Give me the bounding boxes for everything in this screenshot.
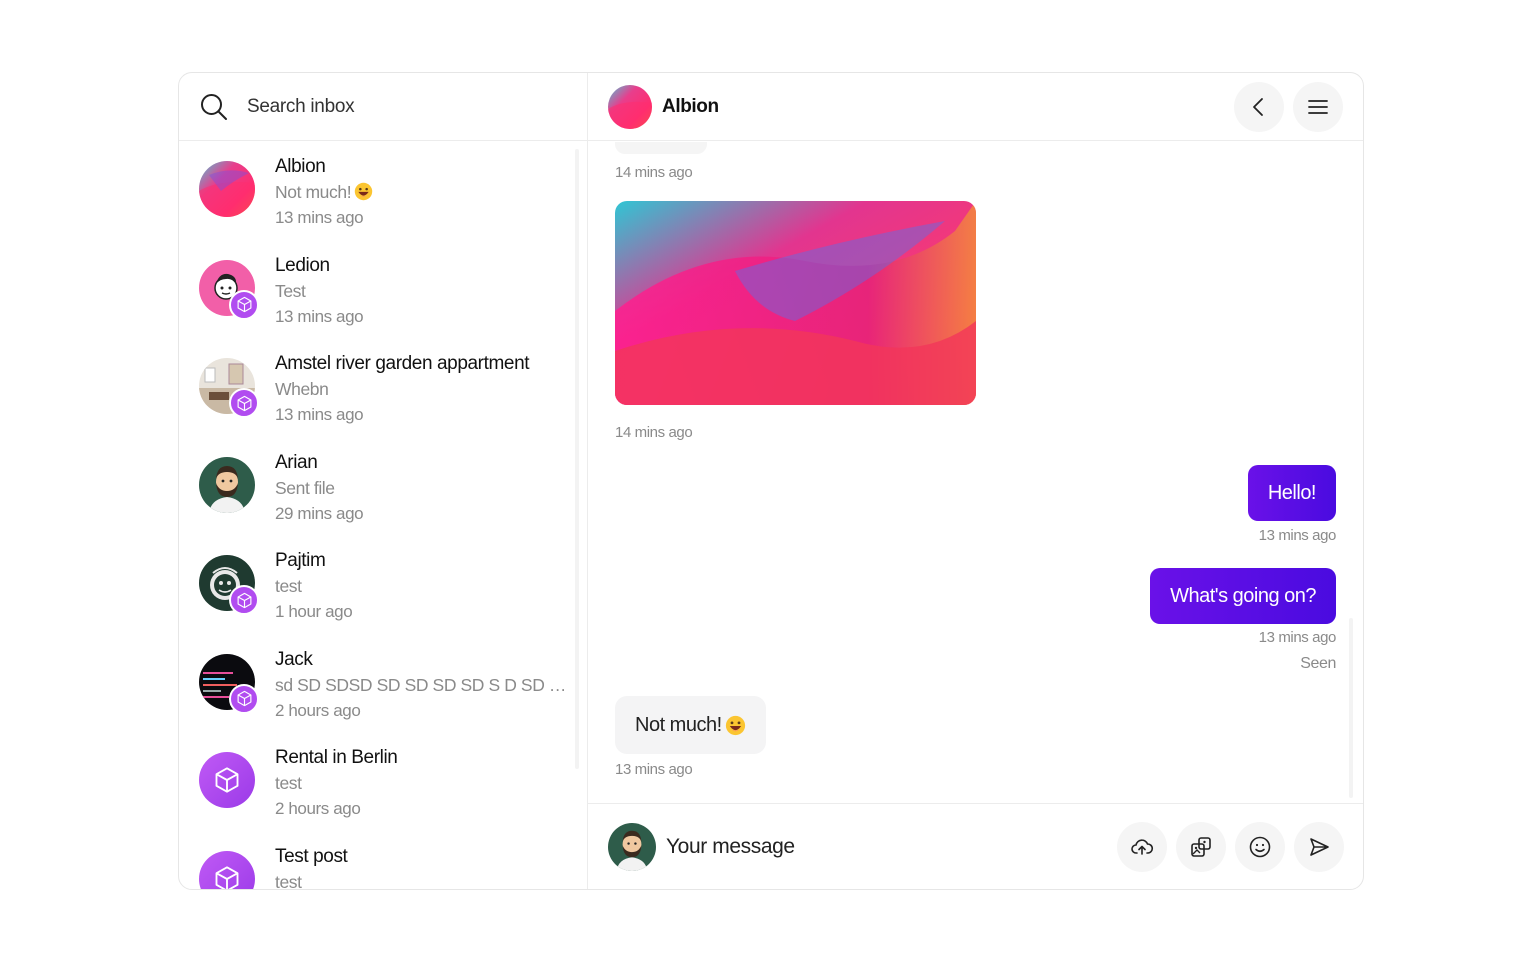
conversation-item-amstel[interactable]: Amstel river garden appartment Whebn 13 … — [179, 338, 587, 437]
conversation-name: Ledion — [275, 254, 330, 276]
cube-avatar-icon — [199, 752, 255, 808]
conversation-item-albion[interactable]: Albion Not much! 13 mins ago — [179, 141, 587, 240]
upload-button[interactable] — [1117, 822, 1167, 872]
conversation-preview: Not much! — [275, 180, 570, 205]
message-time: 13 mins ago — [615, 761, 693, 778]
conversation-preview: test — [275, 576, 302, 596]
outgoing-message-bubble: What's going on? — [1150, 568, 1336, 624]
conversation-name: Test post — [275, 845, 348, 867]
conversation-item-pajtim[interactable]: Pajtim test 1 hour ago — [179, 535, 587, 634]
property-badge-icon — [229, 289, 259, 320]
conversation-name: Jack — [275, 648, 313, 670]
message-time: 14 mins ago — [615, 424, 693, 441]
conversation-preview: Whebn — [275, 379, 329, 399]
seen-status: Seen — [1300, 655, 1336, 672]
search-icon[interactable] — [199, 92, 229, 122]
message-time: 13 mins ago — [1258, 527, 1337, 544]
grinning-face-emoji-icon — [725, 715, 746, 736]
incoming-message-bubble — [615, 142, 707, 154]
conversation-time: 2 hours ago — [275, 799, 361, 818]
messenger-app: Albion Not much! 13 mins ago — [178, 72, 1364, 890]
conversation-name: Albion — [275, 156, 326, 177]
message-text: What's going on? — [1170, 584, 1316, 607]
conversation-preview: Test — [275, 280, 306, 301]
conversation-name: Arian — [275, 451, 318, 473]
thread-scrollbar[interactable] — [1349, 618, 1353, 798]
conversation-preview: sd SD SDSD SD SD SD SD S D SD SD SD SD — [275, 674, 570, 695]
avatar — [199, 457, 255, 513]
conversation-time: 13 mins ago — [275, 405, 364, 424]
conversation-name: Rental in Berlin — [275, 747, 398, 768]
property-badge-icon — [229, 388, 259, 418]
conversation-preview: test — [275, 871, 302, 890]
message-text: Not much! — [635, 713, 722, 736]
avatar — [199, 161, 255, 217]
conversation-list: Albion Not much! 13 mins ago Ledion Test… — [179, 141, 587, 890]
message-time: 14 mins ago — [615, 164, 693, 181]
chat-header: Albion — [588, 73, 1363, 141]
smiley-icon — [1249, 836, 1271, 858]
chat-panel: Albion 14 mins ago 14 mins ago Hello! 13… — [588, 73, 1363, 889]
message-text: Hello! — [1267, 481, 1317, 504]
message-time: 13 mins ago — [1258, 629, 1337, 646]
conversation-item-arian[interactable]: Arian Sent file 29 mins ago — [179, 437, 587, 536]
cloud-upload-icon — [1131, 839, 1154, 855]
chevron-left-icon — [1253, 98, 1263, 116]
avatar[interactable] — [608, 84, 652, 129]
property-badge-icon — [229, 585, 259, 615]
conversation-item-rental-berlin[interactable]: Rental in Berlin test 2 hours ago — [179, 732, 587, 831]
conversation-preview: Sent file — [275, 477, 335, 498]
conversation-item-ledion[interactable]: Ledion Test 13 mins ago — [179, 240, 587, 339]
property-badge-icon — [229, 683, 259, 714]
message-input[interactable] — [666, 834, 1086, 859]
image-attachment[interactable] — [615, 201, 976, 405]
conversation-item-jack[interactable]: Jack sd SD SDSD SD SD SD SD S D SD SD SD… — [179, 634, 587, 733]
gallery-button[interactable] — [1176, 822, 1226, 872]
hamburger-menu-icon — [1308, 100, 1328, 114]
conversation-time: 29 mins ago — [275, 503, 364, 523]
menu-button[interactable] — [1293, 82, 1343, 132]
chat-title: Albion — [662, 95, 719, 117]
conversation-time: 13 mins ago — [275, 306, 364, 326]
message-thread: 14 mins ago 14 mins ago Hello! 13 mins a… — [588, 142, 1363, 805]
conversation-time: 13 mins ago — [275, 208, 364, 227]
send-button[interactable] — [1294, 822, 1344, 872]
conversation-item-test-post[interactable]: Test post test — [179, 831, 587, 890]
conversation-time: 2 hours ago — [275, 700, 361, 720]
conversation-preview: test — [275, 773, 302, 793]
avatar — [608, 823, 656, 871]
emoji-button[interactable] — [1235, 822, 1285, 872]
grinning-face-emoji-icon — [354, 182, 373, 201]
send-icon — [1310, 838, 1329, 856]
image-gallery-icon — [1191, 837, 1211, 857]
conversation-time: 1 hour ago — [275, 602, 353, 621]
conversation-name: Amstel river garden appartment — [275, 353, 530, 374]
cube-avatar-icon — [199, 850, 255, 889]
search-bar — [179, 73, 587, 141]
incoming-message-bubble: Not much! — [615, 696, 766, 754]
conversation-name: Pajtim — [275, 550, 326, 571]
search-input[interactable] — [247, 95, 567, 118]
back-button[interactable] — [1234, 82, 1284, 132]
outgoing-message-bubble: Hello! — [1247, 465, 1336, 521]
message-composer — [588, 803, 1363, 889]
inbox-panel: Albion Not much! 13 mins ago — [179, 73, 588, 889]
